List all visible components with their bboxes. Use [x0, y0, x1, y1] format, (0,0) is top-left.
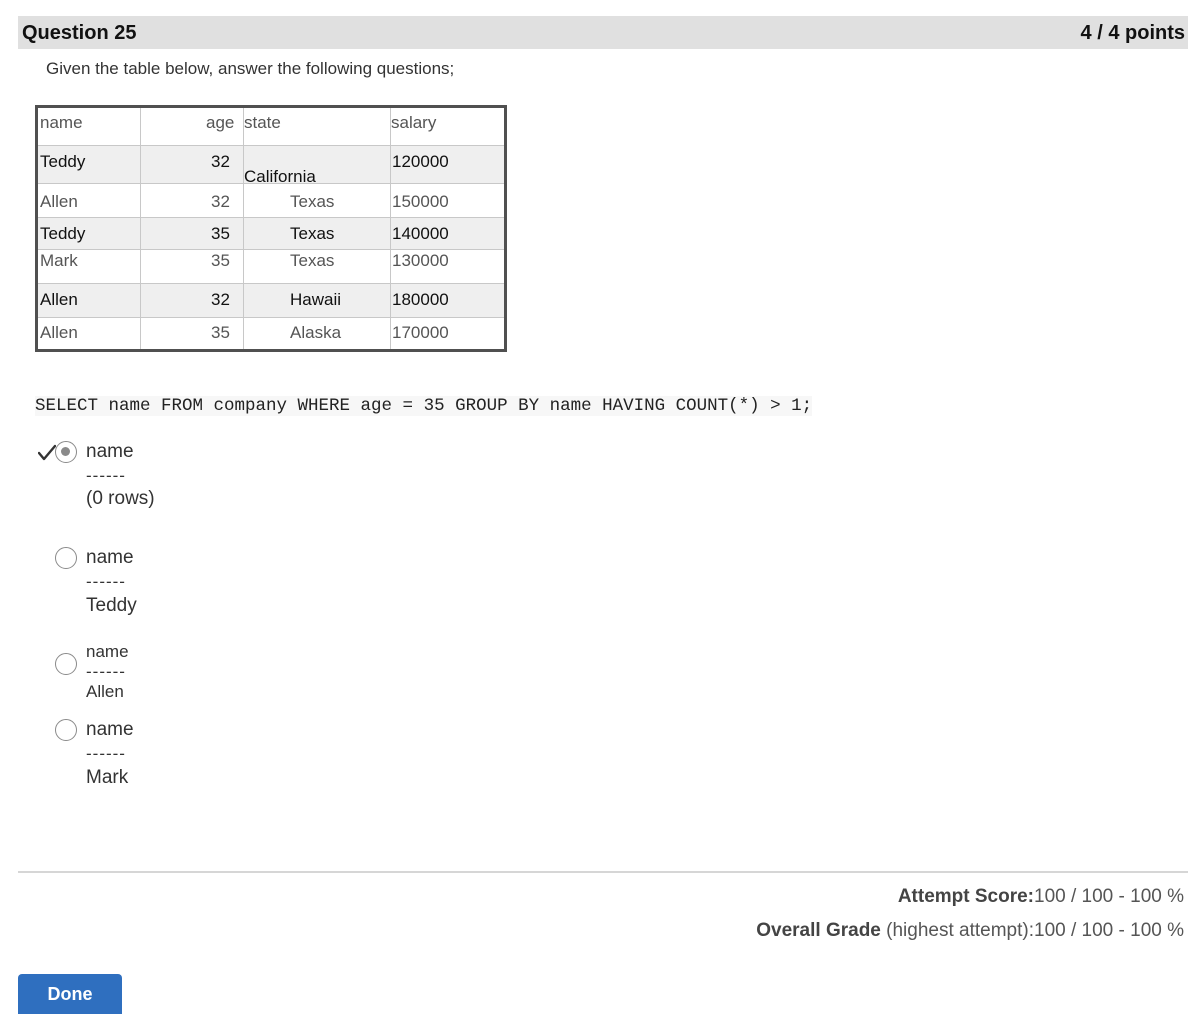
overall-grade: Overall Grade (highest attempt):100 / 10… — [756, 920, 1184, 942]
attempt-score-value: 100 / 100 - 100 % — [1034, 886, 1184, 907]
option-value: Mark — [86, 767, 129, 788]
checkmark-icon — [38, 444, 56, 461]
option-value: Teddy — [86, 595, 137, 616]
table-cell: 32 — [211, 152, 230, 171]
option-separator: ------ — [86, 466, 126, 485]
overall-grade-note: (highest attempt): — [880, 920, 1034, 941]
table-cell: Allen — [40, 323, 78, 342]
table-header-age: age — [206, 113, 235, 132]
table-cell: Texas — [290, 251, 335, 270]
divider — [18, 871, 1188, 873]
table-cell: Allen — [40, 290, 78, 309]
option-separator: ------ — [86, 744, 126, 763]
table-cell: Texas — [290, 192, 335, 211]
option-value: Allen — [86, 682, 124, 701]
table-cell: Teddy — [40, 152, 86, 171]
table-cell: 170000 — [392, 323, 449, 342]
option-value: (0 rows) — [86, 488, 155, 509]
data-table: name age state salary Teddy 32 Californi… — [35, 105, 507, 352]
radio-button[interactable] — [55, 719, 77, 741]
option-header: name — [86, 719, 134, 740]
attempt-score-label: Attempt Score: — [897, 886, 1034, 907]
table-cell: 150000 — [392, 192, 449, 211]
table-cell: Alaska — [290, 323, 342, 342]
table-cell: 35 — [211, 323, 230, 342]
option-separator: ------ — [86, 662, 126, 681]
question-prompt: Given the table below, answer the follow… — [46, 59, 455, 78]
table-header-salary: salary — [391, 113, 437, 132]
attempt-score: Attempt Score:100 / 100 - 100 % — [898, 886, 1184, 908]
table-header-state: state — [244, 113, 281, 132]
question-header: Question 25 4 / 4 points — [18, 16, 1188, 49]
option-header: name — [86, 441, 134, 462]
table-cell: Allen — [40, 192, 78, 211]
table-cell: 35 — [211, 251, 230, 270]
sql-query: SELECT name FROM company WHERE age = 35 … — [35, 396, 813, 416]
radio-button[interactable] — [55, 547, 77, 569]
table-cell: 32 — [211, 192, 230, 211]
option-separator: ------ — [86, 572, 126, 591]
table-header-name: name — [40, 113, 83, 132]
table-cell: Mark — [40, 251, 78, 270]
option-header: name — [86, 642, 129, 661]
radio-button[interactable] — [55, 441, 77, 463]
table-cell: Hawaii — [290, 290, 342, 309]
table-cell: Teddy — [40, 224, 86, 243]
table-cell: 32 — [211, 290, 230, 309]
table-cell: 120000 — [392, 152, 449, 171]
question-title: Question 25 — [22, 22, 137, 44]
table-cell: 180000 — [392, 290, 449, 309]
overall-grade-value: 100 / 100 - 100 % — [1034, 920, 1184, 941]
table-cell: 140000 — [392, 224, 449, 243]
radio-button[interactable] — [55, 653, 77, 675]
table-cell: Texas — [290, 224, 335, 243]
table-cell: California — [244, 167, 316, 186]
table-cell: 35 — [211, 224, 230, 243]
done-button[interactable]: Done — [18, 974, 122, 1014]
overall-grade-label: Overall Grade — [756, 920, 881, 941]
table-cell: 130000 — [392, 251, 449, 270]
question-points: 4 / 4 points — [1080, 22, 1185, 44]
option-header: name — [86, 547, 134, 568]
